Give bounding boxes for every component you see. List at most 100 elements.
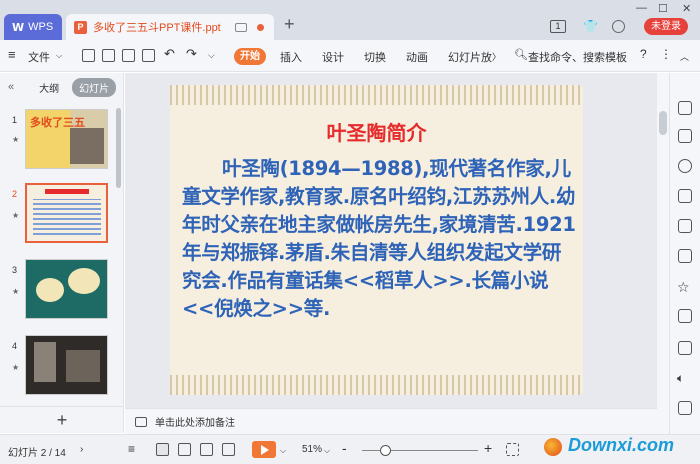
collapse-ribbon-icon[interactable]: ︿ [680, 50, 689, 63]
preview-icon[interactable] [142, 49, 155, 62]
audio-icon[interactable]: 🔈︎ [677, 371, 691, 385]
command-search[interactable]: 查找命令、搜索模板 [528, 49, 627, 65]
panel-tabs: « 大纲 幻灯片 [0, 73, 123, 101]
slide-thumbnail-4[interactable] [25, 335, 108, 395]
portrait-image [34, 342, 56, 382]
zoom-in-button[interactable]: + [484, 440, 492, 456]
flower-image [36, 278, 64, 302]
animation-star-icon: ★ [12, 211, 20, 220]
maximize-icon[interactable]: ☐ [658, 2, 668, 15]
slide-title[interactable]: 叶圣陶简介 [170, 117, 583, 146]
slide-bottom-border [170, 375, 583, 395]
normal-view-icon[interactable] [156, 443, 169, 456]
tab-insert[interactable]: 插入 [280, 49, 302, 65]
thumb-text-lines [33, 199, 101, 235]
window-count-badge[interactable]: 1 [550, 20, 566, 33]
wps-logo-icon: W [12, 20, 25, 34]
slide-thumbnail-panel: « 大纲 幻灯片 1 ★ 多收了三五 2 ★ 3 ★ 4 ★ + [0, 73, 124, 433]
quick-access-more-icon[interactable]: ⌵ [208, 50, 215, 61]
tab-home[interactable]: 开始 [234, 48, 266, 65]
zoom-out-button[interactable]: - [342, 440, 347, 456]
document-tab[interactable]: P 多收了三五斗PPT课件.ppt [66, 14, 274, 40]
export-icon[interactable] [102, 49, 115, 62]
title-bar: W WPS P 多收了三五斗PPT课件.ppt + 1 👕 未登录 — ☐ ✕ [0, 0, 700, 40]
tab-outline[interactable]: 大纲 [32, 78, 66, 97]
save-icon[interactable] [82, 49, 95, 62]
tab-design[interactable]: 设计 [322, 49, 344, 65]
reading-view-icon[interactable] [200, 443, 213, 456]
close-icon[interactable]: ✕ [682, 2, 691, 15]
collapse-panel-icon[interactable]: « [8, 81, 14, 93]
print-icon[interactable] [122, 49, 135, 62]
portrait-image [70, 128, 104, 164]
slide-thumbnail-2[interactable] [25, 183, 108, 243]
add-slide-button[interactable]: + [0, 406, 124, 433]
tab-slides[interactable]: 幻灯片 [72, 77, 117, 97]
scrollbar-thumb[interactable] [659, 111, 667, 135]
monitor-icon[interactable] [235, 22, 247, 32]
play-slideshow-button[interactable] [252, 441, 276, 458]
sidebar-settings-icon[interactable] [678, 189, 692, 203]
sidebar-copy-icon[interactable] [678, 129, 692, 143]
notes-icon [135, 416, 147, 427]
watermark-logo-icon [544, 438, 562, 456]
chevron-down-icon[interactable]: ⌵ [56, 51, 62, 61]
thumbnail-scrollbar[interactable] [116, 108, 121, 188]
ribbon-toolbar: ≡ 文件 ⌵ ↶ ↷ ⌵ 开始 插入 设计 切换 动画 幻灯片放 〉 🔍︎ 查找… [0, 40, 700, 72]
thumb-number: 4 [12, 341, 18, 351]
sidebar-export-icon[interactable] [678, 309, 692, 323]
redo-icon[interactable]: ↷ [186, 46, 197, 62]
current-slide[interactable]: 叶圣陶简介 叶圣陶(1894—1988),现代著名作家,儿童文学作家,教育家.原… [170, 85, 583, 395]
fit-window-icon[interactable] [506, 443, 519, 456]
user-center-icon[interactable] [612, 20, 625, 33]
new-tab-button[interactable]: + [284, 14, 295, 35]
slide-editing-canvas[interactable]: 叶圣陶简介 叶圣陶(1894—1988),现代著名作家,儿童文学作家,教育家.原… [125, 73, 657, 408]
sidebar-shape-icon[interactable] [678, 159, 692, 173]
document-tab-title: 多收了三五斗PPT课件.ppt [93, 22, 221, 34]
zoom-dropdown-icon[interactable]: ⌵ [324, 446, 330, 456]
thumb-title-line [45, 189, 89, 194]
undo-icon[interactable]: ↶ [164, 46, 175, 62]
canvas-scrollbar[interactable] [657, 73, 669, 434]
star-icon[interactable]: ☆ [677, 279, 691, 295]
more-options-icon[interactable]: ⋮ [660, 47, 672, 61]
notes-bar[interactable]: 单击此处添加备注 [125, 408, 657, 434]
login-button[interactable]: 未登录 [644, 18, 688, 35]
sidebar-more-icon[interactable] [678, 401, 692, 415]
notes-placeholder[interactable]: 单击此处添加备注 [155, 414, 235, 429]
menu-icon[interactable]: ≡ [8, 47, 16, 62]
animation-star-icon: ★ [12, 135, 20, 144]
file-menu[interactable]: 文件 [28, 49, 50, 65]
status-more-icon[interactable]: › [80, 444, 83, 455]
chevron-down-icon[interactable]: ⌵ [280, 446, 286, 456]
zoom-slider-knob[interactable] [380, 445, 391, 456]
sidebar-layout-icon[interactable] [678, 219, 692, 233]
help-icon[interactable]: ? [640, 47, 647, 61]
tab-slideshow[interactable]: 幻灯片放 [448, 49, 492, 65]
thumb-number: 2 [12, 189, 18, 199]
sorter-view-icon[interactable] [178, 443, 191, 456]
slide-top-border [170, 85, 583, 105]
zoom-level[interactable]: 51% [302, 444, 322, 455]
tab-animation[interactable]: 动画 [406, 49, 428, 65]
tab-transition[interactable]: 切换 [364, 49, 386, 65]
share-view-icon[interactable] [222, 443, 235, 456]
image-icon[interactable] [678, 341, 692, 355]
slide-thumbnail-3[interactable] [25, 259, 108, 319]
slide-counter: 幻灯片 2 / 14 [8, 448, 66, 459]
minimize-icon[interactable]: — [636, 2, 647, 14]
wps-home-label: WPS [28, 21, 54, 33]
watermark-text: Downxi.com [568, 435, 675, 455]
skin-icon[interactable]: 👕 [583, 19, 598, 33]
ribbon-more-icon[interactable]: 〉 [492, 50, 501, 63]
search-icon[interactable]: 🔍︎ [514, 48, 528, 61]
notes-toggle-icon[interactable]: ≡ [128, 442, 135, 456]
animation-star-icon: ★ [12, 363, 20, 372]
animation-star-icon: ★ [12, 287, 20, 296]
sidebar-table-icon[interactable] [678, 249, 692, 263]
slide-body-text[interactable]: 叶圣陶(1894—1988),现代著名作家,儿童文学作家,教育家.原名叶绍钧,江… [182, 155, 578, 323]
thumb-number: 3 [12, 265, 18, 275]
sidebar-refresh-icon[interactable] [678, 101, 692, 115]
slide-thumbnail-1[interactable]: 多收了三五 [25, 109, 108, 169]
wps-home-tab[interactable]: W WPS [4, 14, 62, 40]
